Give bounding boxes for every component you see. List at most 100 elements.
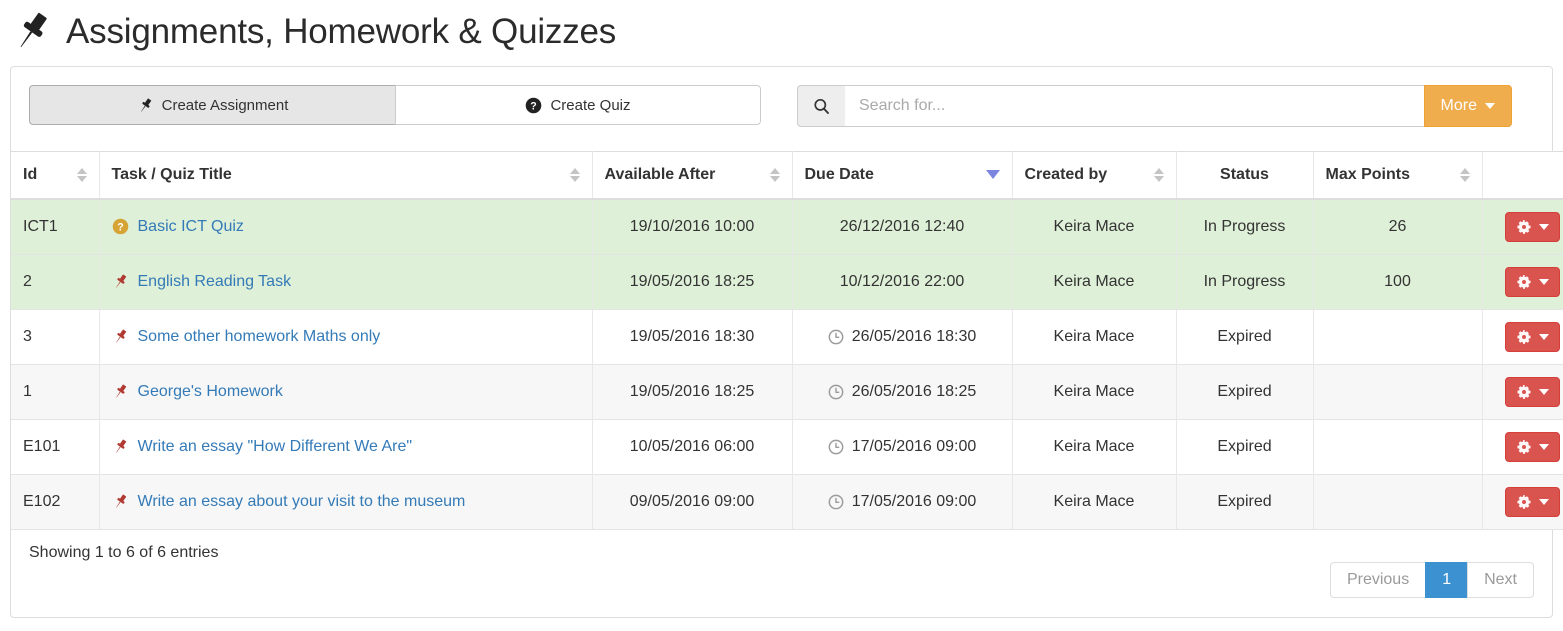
pin-icon: [112, 383, 129, 400]
pin-icon: [10, 9, 54, 53]
table-footer: Showing 1 to 6 of 6 entries Previous 1 N…: [11, 530, 1552, 598]
cell-due-date: 26/05/2016 18:25: [792, 364, 1013, 420]
cell-status: Expired: [1176, 419, 1314, 475]
column-header-task-quiz-title[interactable]: Task / Quiz Title: [99, 151, 593, 200]
svg-text:?: ?: [531, 100, 537, 112]
caret-down-icon: [1539, 333, 1549, 340]
available-after-text: 19/10/2016 10:00: [629, 217, 755, 235]
status-text: Expired: [1217, 327, 1272, 345]
pin-icon: [112, 273, 129, 290]
task-title-link[interactable]: Write an essay "How Different We Are": [138, 438, 413, 456]
table-row[interactable]: ICT1? Basic ICT Quiz 19/10/2016 10:00 26/12…: [11, 198, 1563, 255]
caret-down-icon: [1539, 498, 1549, 505]
caret-down-icon: [1539, 223, 1549, 230]
max-points-text: 26: [1388, 217, 1407, 235]
status-text: In Progress: [1203, 217, 1286, 235]
due-date-text: 26/05/2016 18:30: [851, 327, 977, 345]
gear-icon: [1516, 439, 1532, 455]
cell-status: Expired: [1176, 474, 1314, 530]
page-header: Assignments, Homework & Quizzes: [0, 0, 1563, 66]
column-header-id[interactable]: Id: [11, 151, 100, 200]
cell-max-points: [1313, 309, 1483, 365]
sort-indicator-icon: [1153, 167, 1164, 182]
task-title-link[interactable]: George's Homework: [138, 383, 283, 401]
pin-icon: [112, 493, 129, 510]
cell-actions: [1482, 309, 1563, 365]
row-actions-dropdown-button[interactable]: [1505, 266, 1560, 297]
gear-icon: [1516, 384, 1532, 400]
cell-due-date: 10/12/2016 22:00: [792, 254, 1013, 310]
column-header-actions: [1482, 151, 1563, 200]
table-row[interactable]: 1 George's Homework 19/05/2016 18:25 26/05/…: [11, 364, 1563, 420]
cell-status: Expired: [1176, 364, 1314, 420]
pagination-page-1-button[interactable]: 1: [1425, 561, 1469, 598]
task-title-link[interactable]: Write an essay about your visit to the m…: [138, 493, 466, 511]
cell-id: 2: [11, 254, 100, 310]
cell-max-points: 26: [1313, 198, 1483, 255]
cell-task-title: Write an essay about your visit to the m…: [99, 474, 593, 530]
cell-actions: [1482, 419, 1563, 475]
available-after-text: 19/05/2016 18:25: [629, 272, 755, 290]
table-row[interactable]: 2 English Reading Task 19/05/2016 18:25 10/…: [11, 254, 1563, 310]
pagination-next-button[interactable]: Next: [1467, 561, 1534, 598]
column-header-label: Status: [1220, 165, 1269, 183]
cell-actions: [1482, 364, 1563, 420]
create-quiz-button[interactable]: ? Create Quiz: [395, 85, 761, 125]
search-input[interactable]: [845, 85, 1424, 127]
sort-indicator-desc-icon: [985, 170, 1000, 180]
question-circle-icon: ?: [112, 218, 129, 235]
row-actions-dropdown-button[interactable]: [1505, 211, 1560, 242]
column-header-label: Due Date: [804, 165, 874, 183]
due-date-text: 26/05/2016 18:25: [851, 382, 977, 400]
row-actions-dropdown-button[interactable]: [1505, 486, 1560, 517]
search-icon[interactable]: [797, 85, 845, 127]
question-circle-icon: ?: [525, 97, 542, 114]
cell-created-by: Keira Mace: [1012, 419, 1177, 475]
column-header-created-by[interactable]: Created by: [1012, 151, 1177, 200]
row-actions-dropdown-button[interactable]: [1505, 376, 1560, 407]
create-quiz-label: Create Quiz: [550, 96, 631, 114]
created-by-text: Keira Mace: [1053, 437, 1135, 455]
created-by-text: Keira Mace: [1053, 272, 1135, 290]
task-title-link[interactable]: Some other homework Maths only: [138, 328, 381, 346]
cell-available-after: 19/10/2016 10:00: [592, 198, 793, 255]
task-title-link[interactable]: Basic ICT Quiz: [138, 218, 244, 236]
pagination-previous-button[interactable]: Previous: [1329, 561, 1427, 598]
available-after-text: 19/05/2016 18:30: [629, 327, 755, 345]
cell-status: Expired: [1176, 309, 1314, 365]
table-row[interactable]: E101 Write an essay "How Different We Are…: [11, 419, 1563, 475]
cell-available-after: 19/05/2016 18:25: [592, 254, 793, 310]
row-actions-dropdown-button[interactable]: [1505, 431, 1560, 462]
toolbar: Create Assignment ? Create Quiz Search f…: [11, 67, 1552, 151]
more-dropdown-button[interactable]: More: [1423, 85, 1512, 127]
cell-due-date: 17/05/2016 09:00: [792, 474, 1013, 530]
status-text: Expired: [1217, 492, 1272, 510]
cell-task-title: George's Homework: [99, 364, 593, 420]
column-header-status[interactable]: Status: [1176, 151, 1314, 200]
table-row[interactable]: E102 Write an essay about your visit to t…: [11, 474, 1563, 530]
cell-task-title: English Reading Task: [99, 254, 593, 310]
row-id-text: E102: [23, 492, 61, 510]
gear-icon: [1516, 274, 1532, 290]
row-actions-dropdown-button[interactable]: [1505, 321, 1560, 352]
clock-icon: [828, 329, 844, 345]
sort-indicator-icon: [569, 167, 580, 182]
column-header-label: Max Points: [1325, 165, 1410, 183]
column-header-due-date[interactable]: Due Date: [792, 151, 1013, 200]
task-title-link[interactable]: English Reading Task: [138, 273, 292, 291]
cell-due-date: 26/05/2016 18:30: [792, 309, 1013, 365]
created-by-text: Keira Mace: [1053, 217, 1135, 235]
caret-down-icon: [1539, 388, 1549, 395]
assignments-panel: Create Assignment ? Create Quiz Search f…: [10, 66, 1563, 618]
cell-status: In Progress: [1176, 198, 1314, 255]
table-row[interactable]: 3 Some other homework Maths only 19/05/201…: [11, 309, 1563, 365]
cell-created-by: Keira Mace: [1012, 254, 1177, 310]
caret-down-icon: [1539, 278, 1549, 285]
create-assignment-button[interactable]: Create Assignment: [29, 85, 395, 125]
column-header-max-points[interactable]: Max Points: [1313, 151, 1483, 200]
pin-icon: [112, 328, 129, 345]
status-text: In Progress: [1203, 272, 1286, 290]
cell-actions: [1482, 474, 1563, 530]
column-header-available-after[interactable]: Available After: [592, 151, 793, 200]
more-label: More: [1440, 97, 1477, 114]
